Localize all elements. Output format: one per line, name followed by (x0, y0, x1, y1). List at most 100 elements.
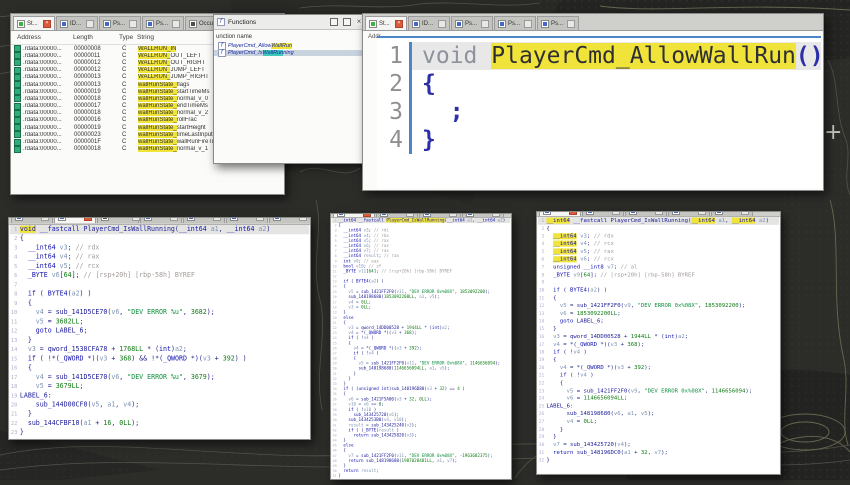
code-line[interactable]: 28 } (538, 426, 779, 434)
code-line[interactable]: 10 v4 = sub_141D5CE70(v6, "DEV ERROR %u"… (10, 308, 309, 317)
code-line[interactable]: 13 } (10, 336, 309, 345)
close-icon[interactable] (524, 19, 532, 28)
close-icon[interactable] (132, 218, 141, 221)
tab-pseudocode[interactable]: Ps... (226, 218, 268, 223)
code-line[interactable]: 1void PlayerCmd_AllowWallRun() (377, 42, 821, 70)
code-line[interactable]: 29 } (538, 433, 779, 441)
function-row[interactable]: f PlayerCmd_IsWallRunning (214, 48, 365, 57)
tab-ida-view[interactable]: ID... (408, 16, 450, 30)
code-line[interactable]: 23} (10, 428, 309, 437)
code-line[interactable]: 14 v3 = qword_1538CFA78 + 1768LL * (int)… (10, 345, 309, 354)
code-line[interactable]: 21 if ( !v4 ) (538, 372, 779, 380)
code-line[interactable]: 4 __int64 v4; // rcx (538, 240, 779, 248)
code-line[interactable]: 9 (538, 279, 779, 287)
close-icon[interactable] (129, 19, 137, 28)
code-line[interactable]: 18 v5 = 3679LL; (10, 382, 309, 391)
close-icon[interactable] (449, 214, 457, 217)
close-icon[interactable]: × (84, 218, 92, 221)
code-line[interactable]: 11 { (538, 294, 779, 302)
code-line[interactable]: 6 _BYTE v6[64]; // [rsp+20h] [rbp-58h] B… (10, 271, 309, 280)
tab-pseudocode[interactable]: Ps... (99, 16, 141, 30)
close-icon[interactable] (170, 218, 178, 221)
tab-pseudocode[interactable]: Ps... (494, 16, 536, 30)
restore-icon[interactable] (330, 18, 338, 26)
code-line[interactable]: 1 __int64 __fastcall PlayerCmd_IsWallRunn… (332, 218, 510, 224)
close-icon[interactable] (698, 212, 706, 215)
code-line[interactable]: 30 v7 = sub_143425720(v4); (538, 441, 779, 449)
code-line[interactable]: 3 ; (377, 98, 821, 126)
code-line[interactable]: 17 v4 = *(_QWORD *)(v3 + 368); (538, 341, 779, 349)
code-line[interactable]: 8 _BYTE v9[64]; // [rsp+20h] [rbp-58h] B… (538, 271, 779, 279)
code-line[interactable]: 2{ (10, 234, 309, 243)
close-icon[interactable] (612, 212, 620, 215)
close-icon[interactable] (86, 19, 94, 28)
code-line[interactable]: 10 if ( BYTE4(a2) ) (538, 287, 779, 295)
code-line[interactable]: 8 if ( BYTE4(a2) ) (10, 290, 309, 299)
code-line[interactable]: 6 __int64 v6; // rcx (538, 256, 779, 264)
code-line[interactable]: 3 __int64 v3; // rdx (538, 232, 779, 240)
code-line[interactable]: 20 sub_144D00CF0(v5, a1, v4); (10, 401, 309, 410)
code-line[interactable]: 22 { (538, 379, 779, 387)
tab-pseudocode[interactable]: Ps... (140, 218, 182, 223)
close-icon[interactable] (492, 214, 500, 217)
code-line[interactable]: 16 { (10, 364, 309, 373)
column-header-type[interactable]: Type (119, 34, 137, 41)
tab-ida-view[interactable]: ID... (56, 16, 98, 30)
code-line[interactable]: 23 v5 = sub_1421FF2F0(v9, "DEV ERROR 0x%… (538, 387, 779, 395)
code-line[interactable]: 1 __int64 __fastcall PlayerCmd_IsWallRunn… (538, 217, 779, 225)
code-line[interactable]: 20 v4 = *(_QWORD *)(v3 + 392); (538, 364, 779, 372)
code-line[interactable]: 3 __int64 v3; // rdx (10, 243, 309, 252)
tab-pseudocode[interactable]: Ps... (451, 16, 493, 30)
code-line[interactable]: 12 goto LABEL_6; (10, 327, 309, 336)
tab-pseudocode[interactable]: Ps... × (54, 218, 96, 223)
code-line[interactable]: 7 unsigned __int8 v7; // al (538, 263, 779, 271)
code-line[interactable]: 4 __int64 v4; // rax (10, 253, 309, 262)
close-icon[interactable] (481, 19, 489, 28)
code-line[interactable]: 51} (332, 474, 510, 478)
close-icon[interactable]: × (363, 214, 371, 217)
close-icon[interactable] (438, 19, 446, 28)
code-line[interactable]: 19 { (538, 356, 779, 364)
close-icon[interactable] (41, 218, 49, 221)
tab-occurrences[interactable]: Occu... (97, 218, 141, 223)
code-line[interactable]: 5 __int64 v5; // rcx (10, 262, 309, 271)
code-line[interactable]: 11 v5 = 3682LL; (10, 317, 309, 326)
close-icon[interactable] (406, 214, 414, 217)
code-line[interactable]: 25 LABEL_6: (538, 402, 779, 410)
tab-strings[interactable]: St... × (13, 16, 55, 30)
code-line[interactable]: 4} (377, 126, 821, 154)
magnifier-plus-icon[interactable]: + (824, 120, 842, 145)
code-line[interactable]: 5 __int64 v5; // rax (538, 248, 779, 256)
tab-pseudocode[interactable]: Ps... (537, 16, 579, 30)
tab-pseudocode[interactable]: Ps... (142, 16, 184, 30)
close-icon[interactable] (213, 218, 221, 221)
column-header-length[interactable]: Length (73, 34, 119, 41)
code-line[interactable]: 9 { (10, 299, 309, 308)
code-line[interactable]: 16 v3 = qword_14DD00528 + 1944LL * (int)… (538, 333, 779, 341)
close-icon[interactable]: × (43, 19, 51, 28)
code-line[interactable]: 15 if ( !*(_QWORD *)(v3 + 368) && !*(_QW… (10, 354, 309, 363)
code-line[interactable]: 32} (538, 457, 779, 465)
code-line[interactable]: 24 v6 = 1146656094LL; (538, 395, 779, 403)
tab-pseudocode[interactable]: Ps... (183, 218, 225, 223)
code-line[interactable]: 22 sub_144CFBF10(a1 + 16, 0LL); (10, 419, 309, 428)
code-line[interactable]: 1 void __fastcall PlayerCmd_IsWallRunning… (10, 225, 309, 235)
close-icon[interactable] (256, 218, 264, 221)
code-line[interactable]: 12 v5 = sub_1421FF2F0(v9, "DEV ERROR 0x%… (538, 302, 779, 310)
tab-strings[interactable]: St... × (365, 16, 407, 30)
close-icon[interactable] (741, 212, 749, 215)
code-line[interactable]: 26 sub_148198680(v6, a1, v5); (538, 410, 779, 418)
code-line[interactable]: 19 LABEL_6: (10, 391, 309, 400)
code-line[interactable]: 2{ (538, 225, 779, 233)
close-icon[interactable] (567, 19, 575, 28)
code-line[interactable]: 18 if ( !v4 ) (538, 348, 779, 356)
column-header-address[interactable]: Address (11, 34, 73, 41)
code-line[interactable]: 2{ (377, 70, 821, 98)
code-line[interactable]: 31 return sub_148196DC0(a1 + 32, v7); (538, 449, 779, 457)
tab-pseudocode[interactable]: Ps... (269, 218, 310, 223)
close-icon[interactable] (655, 212, 663, 215)
close-icon[interactable] (299, 218, 307, 221)
code-line[interactable]: 14 goto LABEL_6; (538, 317, 779, 325)
function-name-column-header[interactable]: unction name (214, 30, 365, 43)
code-line[interactable]: 21 } (10, 410, 309, 419)
